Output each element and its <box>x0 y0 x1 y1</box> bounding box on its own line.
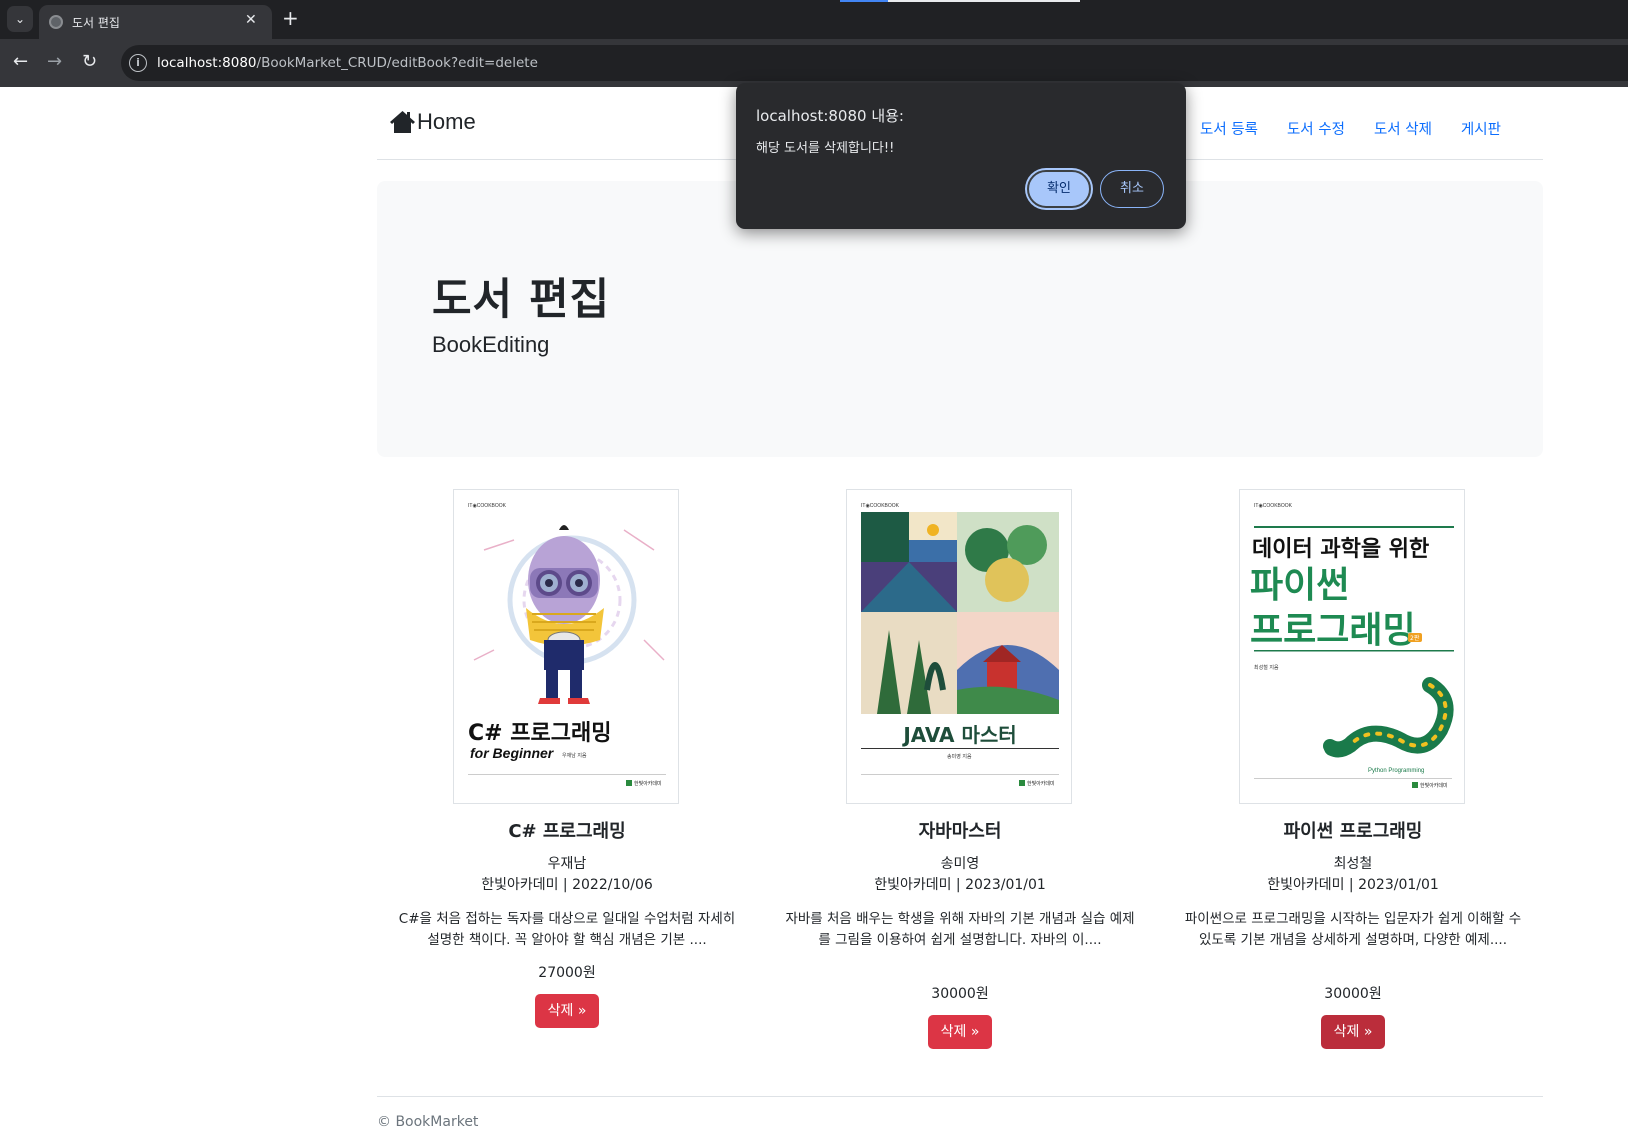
book-publisher-date: 한빛아카데미 | 2022/10/06 <box>481 877 653 893</box>
confirm-dialog: localhost:8080 내용: 해당 도서를 삭제합니다!! 확인 취소 <box>736 83 1186 229</box>
cover-title-line2: 파이썬 <box>1250 565 1349 606</box>
book-cover-art: IT◉COOKBOOK JAVA 마스터 송미영 지음 한빛아카데미 <box>847 490 1071 803</box>
book-price: 30000원 <box>1324 986 1382 1002</box>
cover-edition: 2판 <box>1410 634 1420 642</box>
book-title: 파이썬 프로그래밍 <box>1283 821 1423 842</box>
browser-tab[interactable]: 도서 편집 ✕ <box>39 5 272 39</box>
cover-author: 송미영 지음 <box>947 753 972 760</box>
forward-arrow-icon[interactable]: → <box>47 52 62 72</box>
cover-title-line1: 데이터 과학을 위한 <box>1252 537 1429 562</box>
cover-series: IT◉COOKBOOK <box>468 503 507 509</box>
cover-series: IT◉COOKBOOK <box>861 503 900 509</box>
page-title: 도서 편집 <box>432 275 611 325</box>
url-host: localhost:8080 <box>157 55 257 71</box>
page-subtitle: BookEditing <box>432 332 550 357</box>
brand-label: Home <box>417 109 476 134</box>
cover-tag: Python Programming <box>1368 768 1424 774</box>
book-author: 최성철 <box>1333 856 1373 872</box>
browser-tab-bar: ⌄ 도서 편집 ✕ + <box>0 0 1628 39</box>
book-publisher-date: 한빛아카데미 | 2023/01/01 <box>874 877 1046 893</box>
chevron-down-icon: ⌄ <box>14 12 26 26</box>
cover-author: 우재남 지음 <box>562 752 587 759</box>
url-path: /BookMarket_CRUD/editBook?edit=delete <box>256 55 538 71</box>
address-bar[interactable]: i localhost:8080/BookMarket_CRUD/editBoo… <box>121 45 1628 81</box>
cover-title: JAVA 마스터 <box>901 723 1016 747</box>
cover-title-line3: 프로그래밍 <box>1250 610 1416 651</box>
book-cover-image: IT◉COOKBOOK C# 프로그래밍 for Beginner 우재남 지음… <box>453 489 679 804</box>
book-cover-art: IT◉COOKBOOK C# 프로그래밍 for Beginner 우재남 지음… <box>454 490 678 803</box>
back-arrow-icon[interactable]: ← <box>13 52 28 72</box>
footer-copyright: © BookMarket <box>377 1114 479 1130</box>
book-cover-image: IT◉COOKBOOK JAVA 마스터 송미영 지음 한빛아카데미 <box>846 489 1072 804</box>
site-info-icon[interactable]: i <box>129 54 147 72</box>
book-price: 27000원 <box>538 965 596 981</box>
nav-book-delete[interactable]: 도서 삭제 <box>1374 118 1432 139</box>
book-title: 자바마스터 <box>918 821 1002 842</box>
confirm-cancel-button[interactable]: 취소 <box>1100 170 1164 208</box>
cover-publisher: 한빛아카데미 <box>1420 782 1448 789</box>
book-publisher-date: 한빛아카데미 | 2023/01/01 <box>1267 877 1439 893</box>
delete-button[interactable]: 삭제 » <box>535 994 599 1028</box>
dialog-message: 해당 도서를 삭제합니다!! <box>756 141 895 156</box>
loading-bar-accent <box>840 0 888 2</box>
cover-publisher: 한빛아카데미 <box>1027 780 1055 787</box>
delete-button[interactable]: 삭제 » <box>928 1015 992 1049</box>
book-cover-image: IT◉COOKBOOK 데이터 과학을 위한 파이썬 프로그래밍 2판 최성철 … <box>1239 489 1465 804</box>
page-viewport: Home 도서 등록 도서 수정 도서 삭제 게시판 도서 편집 BookEdi… <box>0 87 1628 1136</box>
nav-board[interactable]: 게시판 <box>1461 118 1501 139</box>
delete-button[interactable]: 삭제 » <box>1321 1015 1385 1049</box>
browser-toolbar: ← → ↻ i localhost:8080/BookMarket_CRUD/e… <box>0 39 1628 87</box>
tab-title: 도서 편집 <box>72 16 120 30</box>
cover-author: 최성철 지음 <box>1254 664 1279 671</box>
main-nav: 도서 등록 도서 수정 도서 삭제 게시판 <box>1200 118 1530 139</box>
url-text[interactable]: localhost:8080/BookMarket_CRUD/editBook?… <box>157 55 538 71</box>
book-description: C#을 처음 접하는 독자를 대상으로 일대일 수업처럼 자세히 설명한 책이다… <box>398 911 736 948</box>
new-tab-button[interactable]: + <box>282 6 299 30</box>
book-description: 파이썬으로 프로그래밍을 시작하는 입문자가 쉽게 이해할 수 있도록 기본 개… <box>1184 911 1522 948</box>
confirm-ok-button[interactable]: 확인 <box>1027 170 1091 208</box>
book-title: C# 프로그래밍 <box>508 821 626 842</box>
book-author: 송미영 <box>940 856 980 872</box>
book-price: 30000원 <box>931 986 989 1002</box>
nav-book-edit[interactable]: 도서 수정 <box>1287 118 1345 139</box>
book-cover-art: IT◉COOKBOOK 데이터 과학을 위한 파이썬 프로그래밍 2판 최성철 … <box>1240 490 1464 803</box>
house-icon <box>390 111 415 133</box>
globe-icon <box>49 15 63 29</box>
book-description: 자바를 처음 배우는 학생을 위해 자바의 기본 개념과 실습 예제를 그림을 … <box>785 911 1135 948</box>
tab-search-button[interactable]: ⌄ <box>7 6 33 32</box>
cover-subtitle: for Beginner <box>470 745 555 761</box>
site-footer: © BookMarket <box>377 1096 1543 1130</box>
nav-book-register[interactable]: 도서 등록 <box>1200 118 1258 139</box>
home-link[interactable]: Home <box>389 109 476 135</box>
cover-publisher: 한빛아카데미 <box>634 780 662 787</box>
reload-icon[interactable]: ↻ <box>82 52 97 72</box>
close-icon[interactable]: ✕ <box>245 12 257 28</box>
dialog-title: localhost:8080 내용: <box>756 107 904 125</box>
cover-title: C# 프로그래밍 <box>468 721 611 746</box>
book-author: 우재남 <box>547 856 587 872</box>
cover-series: IT◉COOKBOOK <box>1254 503 1293 509</box>
